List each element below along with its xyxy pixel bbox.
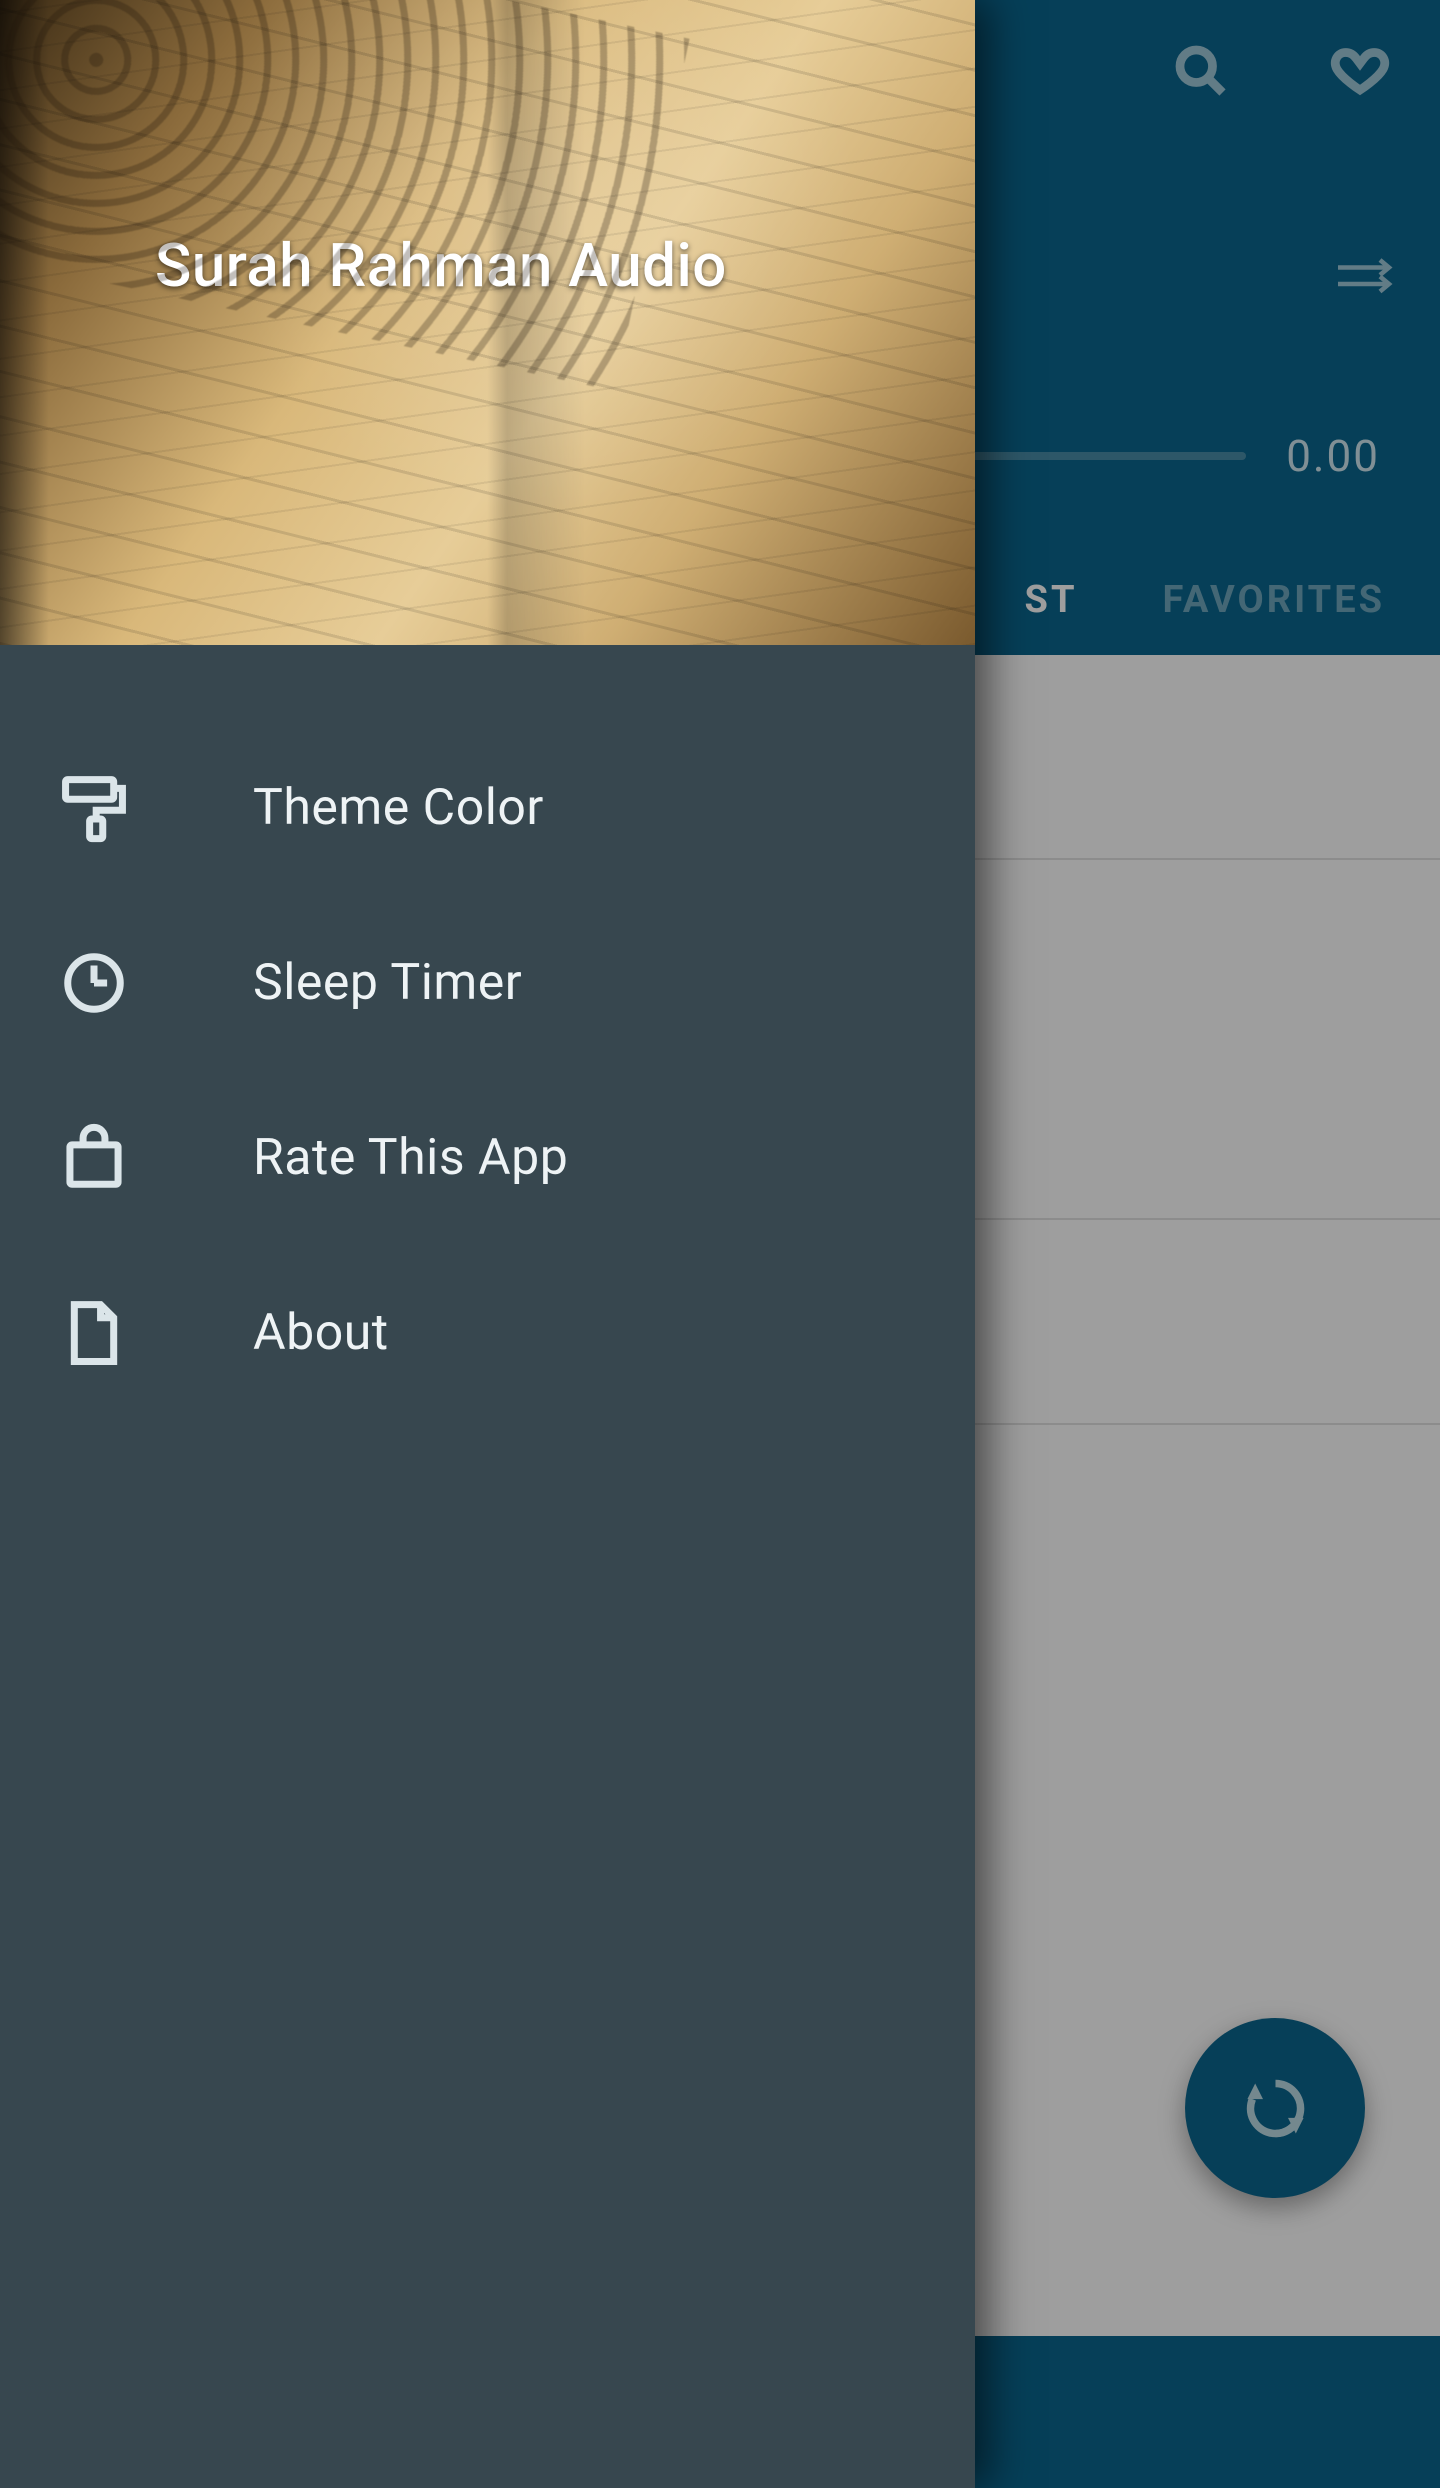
- drawer-header: Surah Rahman Audio: [0, 0, 975, 645]
- menu-label: About: [253, 1304, 389, 1362]
- drawer-title: Surah Rahman Audio: [155, 230, 727, 301]
- menu-item-about[interactable]: About: [0, 1245, 975, 1420]
- menu-item-sleep-timer[interactable]: Sleep Timer: [0, 895, 975, 1070]
- file-icon: [55, 1294, 133, 1372]
- shopping-bag-icon: [55, 1119, 133, 1197]
- clock-icon: [55, 944, 133, 1022]
- navigation-drawer: Surah Rahman Audio Theme Color Sleep Tim…: [0, 0, 975, 2488]
- menu-item-theme-color[interactable]: Theme Color: [0, 720, 975, 895]
- menu-item-rate-app[interactable]: Rate This App: [0, 1070, 975, 1245]
- drawer-menu: Theme Color Sleep Timer Rate This App Ab…: [0, 645, 975, 1420]
- menu-label: Sleep Timer: [253, 954, 522, 1012]
- paint-roller-icon: [55, 769, 133, 847]
- menu-label: Theme Color: [253, 779, 544, 837]
- menu-label: Rate This App: [253, 1129, 568, 1187]
